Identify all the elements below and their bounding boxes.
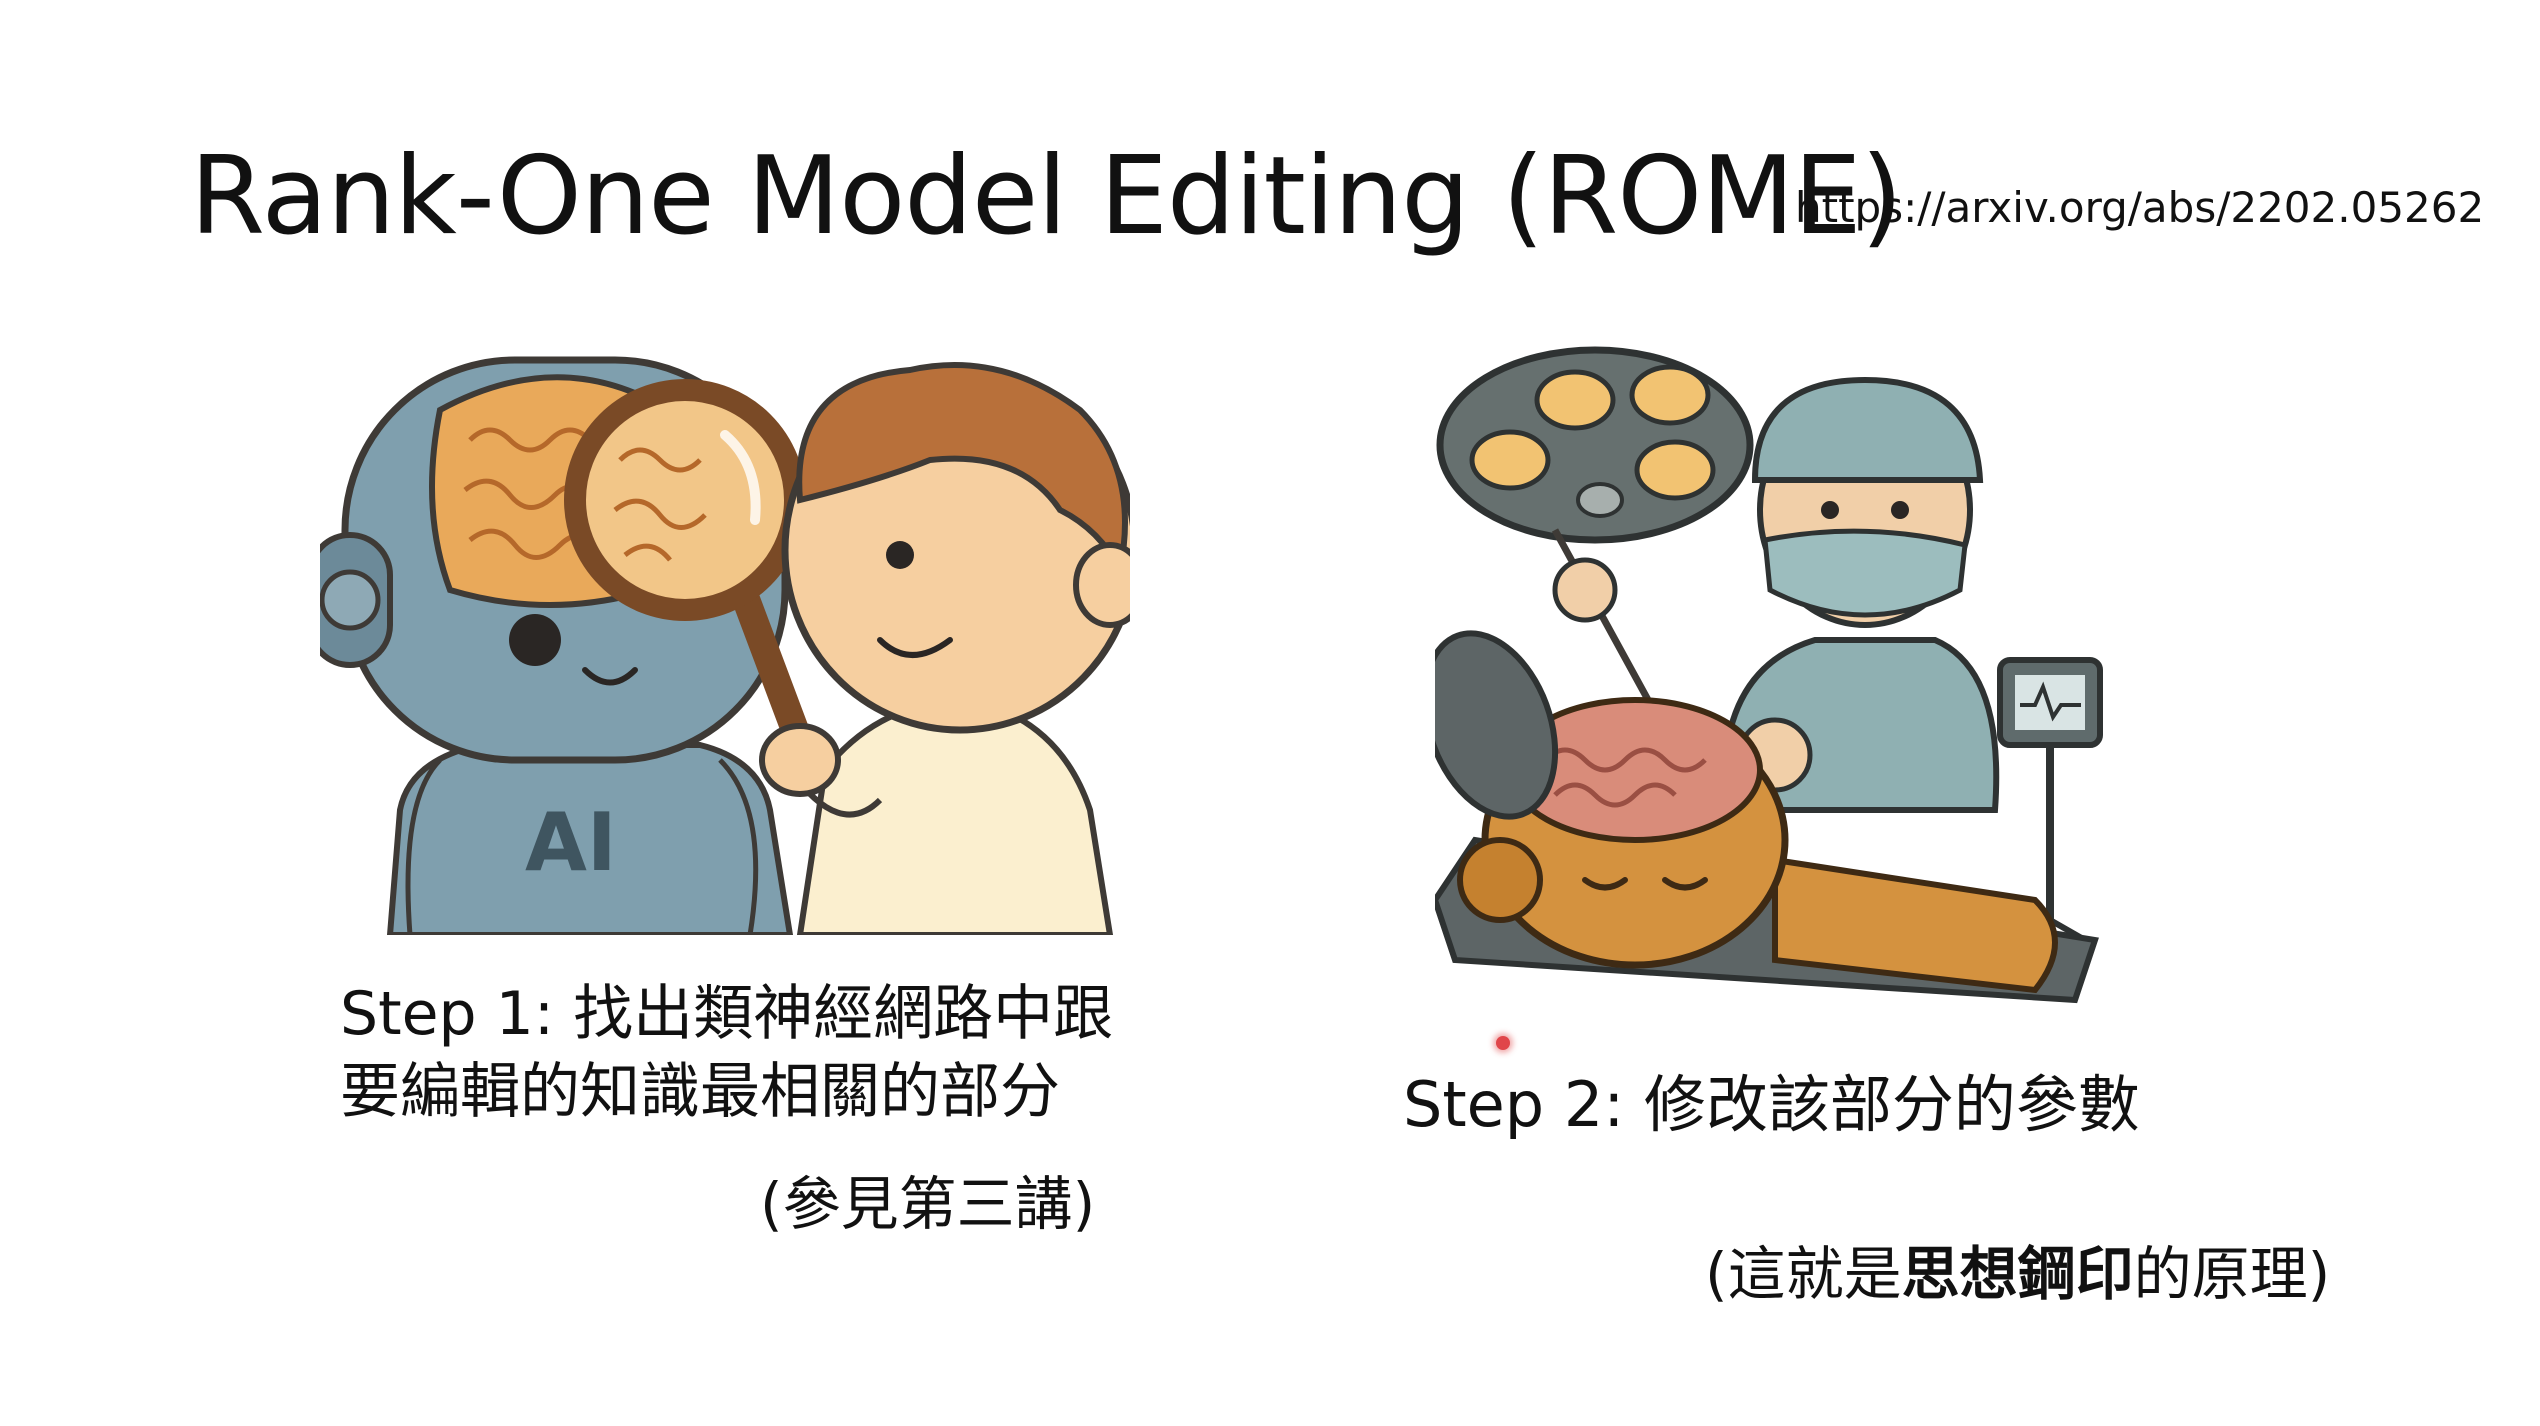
step1-line1: Step 1: 找出類神經網路中跟 (340, 979, 1114, 1049)
step2-caption: Step 2: 修改該部分的參數 (1403, 1068, 2140, 1141)
robot-surgery-drawing (1435, 346, 2103, 1004)
illustration-robot-surgery (1435, 340, 2125, 1045)
principle-note: (這就是思想鋼印的原理) (1705, 1240, 2330, 1310)
principle-bold: 思想鋼印 (1901, 1240, 2134, 1308)
slide-title: Rank-One Model Editing (ROME) (190, 134, 1903, 259)
robot-examination-drawing: AI (320, 356, 1130, 935)
step1-caption: Step 1: 找出類神經網路中跟 要編輯的知識最相關的部分 (340, 975, 1113, 1131)
child (759, 362, 1130, 935)
slide: Rank-One Model Editing (ROME) https://ar… (0, 0, 2540, 1426)
principle-prefix: (這就是 (1705, 1240, 1902, 1308)
step1-line2: 要編輯的知識最相關的部分 (340, 1057, 1060, 1127)
robot-chest-label: AI (525, 796, 617, 889)
illustration-robot-examination: AI (320, 340, 1130, 935)
principle-suffix: 的原理) (2133, 1240, 2331, 1308)
paper-url[interactable]: https://arxiv.org/abs/2202.05262 (1795, 183, 2484, 233)
laser-pointer-dot (1496, 1036, 1510, 1050)
lecture-reference: (參見第三講) (760, 1170, 1096, 1238)
surgical-lamp (1436, 346, 1754, 544)
